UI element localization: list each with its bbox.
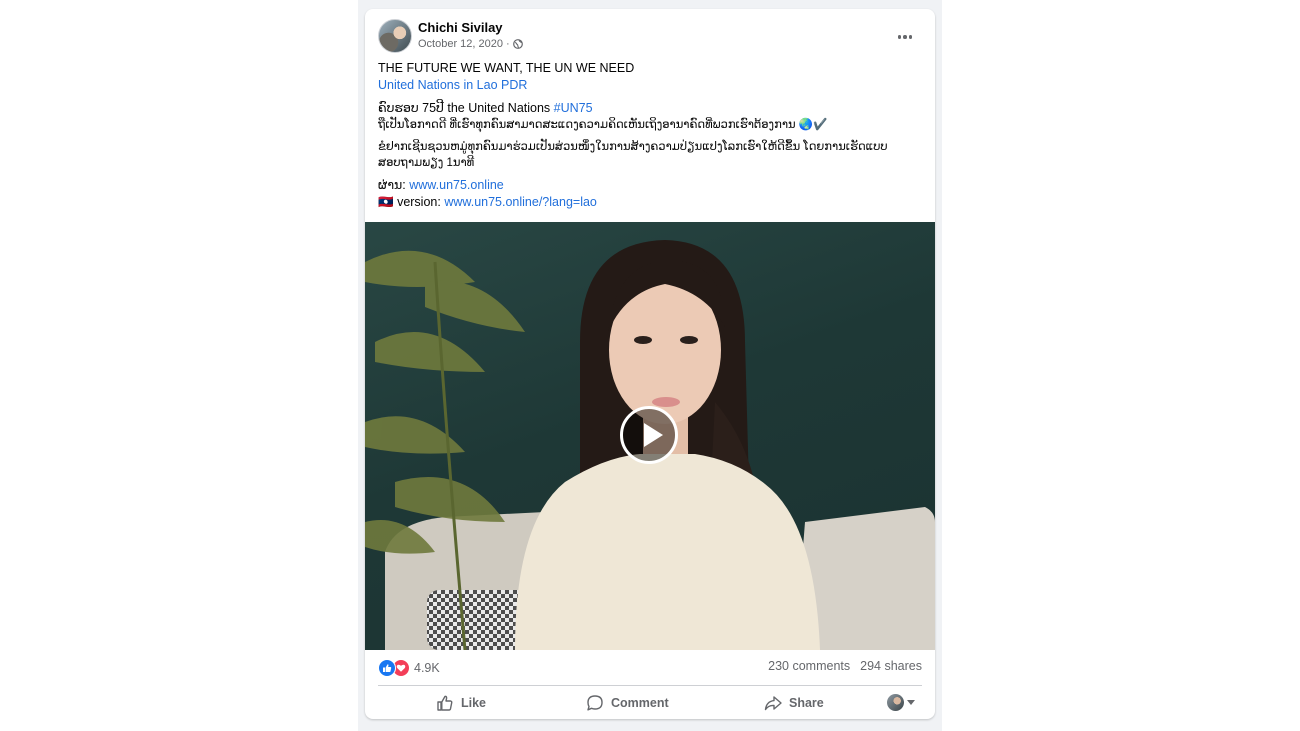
like-label: Like bbox=[461, 696, 487, 710]
comment-button[interactable]: Comment bbox=[586, 689, 669, 717]
comments-count[interactable]: 230 comments bbox=[768, 659, 850, 673]
post-header: Chichi Sivilay October 12, 2020 · bbox=[378, 19, 922, 53]
chevron-down-icon bbox=[907, 700, 915, 705]
reaction-count: 4.9K bbox=[414, 661, 440, 675]
reactions-summary[interactable]: 4.9K bbox=[378, 659, 440, 677]
post-paragraph-1: ຖືເປັນໂອກາດດີ ທີ່ເຮົາທຸກຄົນສາມາດສະແດງຄວາ… bbox=[378, 119, 828, 131]
lao-flag-icon: 🇱🇦 bbox=[378, 195, 394, 209]
page-link[interactable]: United Nations in Lao PDR bbox=[378, 78, 527, 92]
action-bar: Like Comment Share bbox=[378, 689, 922, 717]
author-avatar[interactable] bbox=[378, 19, 412, 53]
shares-count[interactable]: 294 shares bbox=[860, 659, 922, 673]
share-button[interactable]: Share bbox=[764, 689, 824, 717]
like-button[interactable]: Like bbox=[436, 689, 486, 717]
globe-icon bbox=[512, 39, 523, 49]
version-link[interactable]: www.un75.online/?lang=lao bbox=[444, 195, 597, 209]
meta-separator: · bbox=[506, 38, 510, 50]
more-dot-icon bbox=[897, 35, 902, 39]
source-label: ຜ່ານ: bbox=[378, 178, 406, 192]
post-card: Chichi Sivilay October 12, 2020 · THE FU… bbox=[365, 9, 935, 719]
post-stats: 4.9K 230 comments 294 shares bbox=[378, 659, 922, 677]
more-options-button[interactable] bbox=[893, 25, 917, 49]
comment-bubble-icon bbox=[587, 695, 603, 711]
post-text: THE FUTURE WE WANT, THE UN WE NEED Unite… bbox=[378, 60, 917, 211]
author-name[interactable]: Chichi Sivilay bbox=[418, 20, 503, 35]
post-meta: October 12, 2020 · bbox=[418, 38, 523, 50]
source-link[interactable]: www.un75.online bbox=[409, 178, 504, 192]
reaction-profile-selector[interactable] bbox=[887, 694, 915, 711]
comment-label: Comment bbox=[611, 696, 669, 710]
share-label: Share bbox=[789, 696, 824, 710]
video-player[interactable] bbox=[365, 222, 935, 650]
thumbs-up-icon bbox=[437, 695, 453, 711]
play-button[interactable] bbox=[620, 406, 678, 464]
hashtag-link[interactable]: #UN75 bbox=[554, 101, 593, 115]
anniversary-text: ຄົບຮອບ 75ປີ the United Nations bbox=[378, 101, 551, 115]
like-reaction-icon bbox=[378, 659, 396, 677]
post-headline: THE FUTURE WE WANT, THE UN WE NEED bbox=[378, 61, 635, 75]
more-dot-icon bbox=[908, 35, 913, 39]
post-date[interactable]: October 12, 2020 bbox=[418, 38, 503, 50]
post-paragraph-2: ຂໍຢາກເຊີນຊວນຫມູ່ທຸກຄົນມາຮ່ວມເປັນສ່ວນໜຶ່ງ… bbox=[378, 141, 888, 169]
action-divider bbox=[378, 685, 922, 686]
share-arrow-icon bbox=[764, 696, 782, 711]
version-label: version: bbox=[397, 195, 441, 209]
more-dot-icon bbox=[903, 35, 907, 39]
profile-avatar-icon bbox=[887, 694, 904, 711]
